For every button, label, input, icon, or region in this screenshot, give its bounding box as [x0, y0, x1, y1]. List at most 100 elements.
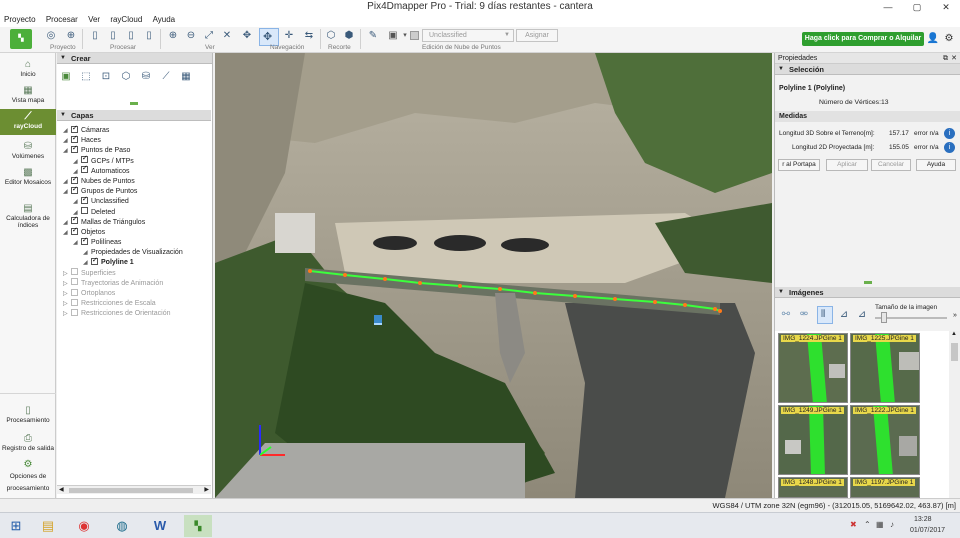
- menu-procesar[interactable]: Procesar: [42, 14, 82, 25]
- nav-editor-mosaicos[interactable]: ▩ Editor Mosaicos: [0, 167, 56, 186]
- menu-ver[interactable]: Ver: [84, 14, 104, 25]
- layer-row[interactable]: ▷ Ortoplanos: [57, 288, 211, 299]
- crop-apply-icon[interactable]: ⬢: [342, 29, 356, 43]
- layer-checkbox[interactable]: [71, 175, 78, 185]
- windows-start-icon[interactable]: ⊞: [2, 515, 30, 537]
- expand-arrow-icon[interactable]: ◢: [83, 248, 91, 258]
- splitter-handle[interactable]: [130, 102, 138, 105]
- image-thumbnail[interactable]: IMG_1249.JPGine 1: [778, 405, 848, 475]
- clock-date[interactable]: 01/07/2017: [910, 527, 945, 534]
- buy-button[interactable]: Haga click para Comprar o Alquilar: [802, 32, 924, 46]
- layer-row[interactable]: ◢ Deleted: [57, 207, 211, 218]
- new-project-icon[interactable]: ◎: [44, 29, 58, 43]
- close-button[interactable]: ✕: [932, 0, 960, 14]
- word-icon[interactable]: W: [146, 515, 174, 537]
- expand-arrow-icon[interactable]: ◢: [73, 157, 81, 167]
- images-header[interactable]: ▼ Imágenes: [775, 287, 960, 298]
- polyline-vertex[interactable]: [713, 307, 717, 311]
- assign-button[interactable]: Asignar: [516, 29, 558, 42]
- pix4d-taskbar-icon[interactable]: ▚: [184, 515, 212, 537]
- polyline-vertex[interactable]: [308, 269, 312, 273]
- surface-tool-icon[interactable]: ⬡: [119, 70, 133, 84]
- polyline-vertex[interactable]: [498, 287, 502, 291]
- process-step4-icon[interactable]: ▯: [142, 29, 156, 43]
- polyline-vertex[interactable]: [383, 277, 387, 281]
- nav-inicio[interactable]: ⌂ Inicio: [0, 59, 56, 78]
- tray-alert-icon[interactable]: ✖: [850, 520, 857, 529]
- file-explorer-icon[interactable]: ▤: [34, 515, 62, 537]
- expand-arrow-icon[interactable]: ◢: [73, 197, 81, 207]
- expand-arrow-icon[interactable]: ◢: [63, 228, 71, 238]
- image-thumbnail[interactable]: IMG_1224.JPGine 1: [778, 333, 848, 403]
- expand-arrow-icon[interactable]: ▷: [63, 299, 71, 309]
- menu-ayuda[interactable]: Ayuda: [149, 14, 180, 25]
- image-size-slider-thumb[interactable]: [881, 312, 887, 323]
- chrome-icon[interactable]: ◉: [70, 515, 98, 537]
- nav-opciones[interactable]: ⚙ Opciones de procesamiento: [0, 459, 56, 495]
- layer-row[interactable]: ◢ Unclassified: [57, 195, 211, 207]
- layer-row[interactable]: ◢ Polilíneas: [57, 236, 211, 248]
- image-thumbnail[interactable]: IMG_1248.JPGine 1: [778, 477, 848, 498]
- info-icon[interactable]: i: [944, 128, 955, 139]
- layer-row[interactable]: ▷ Trayectorias de Animación: [57, 278, 211, 289]
- layer-checkbox[interactable]: [81, 195, 88, 205]
- orbit-icon[interactable]: ✥: [240, 29, 254, 43]
- layer-checkbox[interactable]: [81, 236, 88, 246]
- layer-checkbox[interactable]: [81, 154, 88, 164]
- nav-raycloud[interactable]: ⟋ rayCloud: [0, 109, 56, 135]
- unlink-icon[interactable]: ⚮: [797, 308, 811, 322]
- polyline-vertex[interactable]: [573, 294, 577, 298]
- layer-row[interactable]: ◢ Grupos de Puntos: [57, 185, 211, 197]
- link-icon[interactable]: ⚯: [779, 308, 793, 322]
- expand-arrow-icon[interactable]: ◢: [73, 238, 81, 248]
- polyline-vertex[interactable]: [653, 300, 657, 304]
- layer-checkbox[interactable]: [71, 268, 78, 276]
- polyline-vertex[interactable]: [718, 309, 722, 313]
- layer-row[interactable]: ◢ Propiedades de Visualización: [57, 248, 211, 258]
- polyline-vertex[interactable]: [613, 297, 617, 301]
- scroll-thumb[interactable]: [69, 488, 193, 493]
- fit-view-icon[interactable]: ✕: [220, 29, 234, 43]
- layer-row[interactable]: ◢ Cámaras: [57, 124, 211, 136]
- animation-tool-icon[interactable]: ⟋: [159, 70, 173, 84]
- navigation-first-person-icon[interactable]: ⇆: [302, 29, 316, 43]
- nav-registro[interactable]: ⎙ Registro de salida: [0, 433, 56, 452]
- splitter-handle[interactable]: [864, 281, 872, 284]
- maximize-button[interactable]: ▢: [903, 0, 931, 14]
- crop-box-icon[interactable]: ⬡: [324, 29, 338, 43]
- copy-clipboard-button[interactable]: r al Portapa: [778, 159, 820, 171]
- polyline-vertex[interactable]: [458, 284, 462, 288]
- expand-arrow-icon[interactable]: ◢: [63, 187, 71, 197]
- search-app-icon[interactable]: ◍: [108, 515, 136, 537]
- layer-checkbox[interactable]: [71, 226, 78, 236]
- tray-chevron-icon[interactable]: ⌃: [864, 520, 871, 529]
- sort-images-button[interactable]: ⫴: [817, 306, 833, 324]
- image-thumbnail[interactable]: IMG_1225.JPGine 1: [850, 333, 920, 403]
- layer-checkbox[interactable]: [71, 134, 78, 144]
- orthoplane-tool-icon[interactable]: ▦: [179, 70, 193, 84]
- menu-proyecto[interactable]: Proyecto: [0, 14, 40, 25]
- rectangle-tool-icon[interactable]: ▣: [59, 70, 73, 84]
- menu-raycloud[interactable]: rayCloud: [106, 14, 146, 25]
- horizontal-scrollbar[interactable]: ◀ ▶: [57, 485, 211, 494]
- zoom-in-icon[interactable]: ⊕: [166, 29, 180, 43]
- volume-tool-icon[interactable]: ⛁: [139, 70, 153, 84]
- layer-row[interactable]: ▷ Restricciones de Escala: [57, 298, 211, 309]
- expand-arrow-icon[interactable]: ◢: [63, 126, 71, 136]
- layer-checkbox[interactable]: [81, 207, 88, 215]
- selection-header[interactable]: ▼ Selección: [775, 64, 960, 75]
- nav-volumenes[interactable]: ⛁ Volúmenes: [0, 141, 56, 160]
- expand-arrow-icon[interactable]: ▷: [63, 279, 71, 289]
- layer-row[interactable]: ◢ GCPs / MTPs: [57, 154, 211, 167]
- process-step2-icon[interactable]: ▯: [106, 29, 120, 43]
- layer-checkbox[interactable]: [71, 185, 78, 195]
- image-thumbnail[interactable]: IMG_1197.JPGine 1: [850, 477, 920, 498]
- layer-checkbox[interactable]: [71, 144, 78, 154]
- scroll-thumb[interactable]: [951, 343, 958, 361]
- more-icon[interactable]: »: [953, 312, 957, 319]
- settings-icon[interactable]: ⚙: [942, 32, 956, 46]
- nav-procesamiento[interactable]: ▯ Procesamiento: [0, 405, 56, 424]
- expand-arrow-icon[interactable]: ◢: [83, 258, 91, 268]
- info-icon[interactable]: i: [944, 142, 955, 153]
- layer-row[interactable]: ◢ Mallas de Triángulos: [57, 215, 211, 228]
